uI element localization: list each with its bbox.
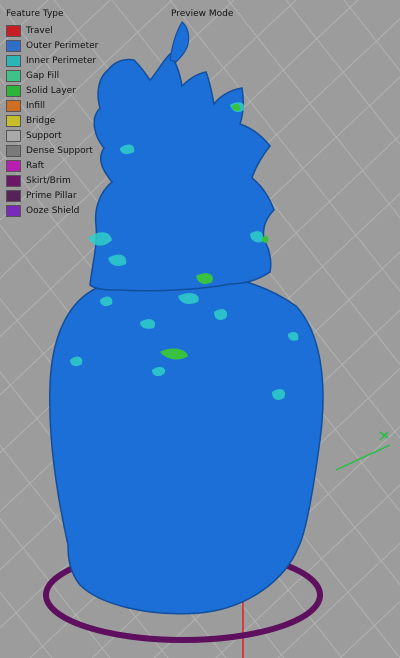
legend-swatch: [6, 39, 21, 52]
feature-type-legend: Feature Type Travel Outer Perimeter Inne…: [6, 9, 98, 218]
legend-label: Infill: [26, 100, 46, 111]
legend-swatch: [6, 99, 21, 112]
legend-label: Dense Support: [26, 145, 93, 156]
legend-row-ooze-shield: Ooze Shield: [6, 203, 98, 218]
legend-swatch: [6, 159, 21, 172]
legend-label: Outer Perimeter: [26, 40, 99, 51]
legend-label: Support: [26, 130, 62, 141]
legend-label: Ooze Shield: [26, 205, 80, 216]
legend-row-dense-support: Dense Support: [6, 143, 98, 158]
legend-swatch: [6, 24, 21, 37]
legend-swatch: [6, 174, 21, 187]
legend-swatch: [6, 54, 21, 67]
legend-title: Feature Type: [6, 9, 64, 19]
legend-label: Gap Fill: [26, 70, 60, 81]
legend-label: Inner Perimeter: [26, 55, 97, 66]
legend-swatch: [6, 69, 21, 82]
legend-row-skirt-brim: Skirt/Brim: [6, 173, 98, 188]
legend-row-prime-pillar: Prime Pillar: [6, 188, 98, 203]
legend-label: Skirt/Brim: [26, 175, 71, 186]
legend-row-inner-perimeter: Inner Perimeter: [6, 53, 98, 68]
legend-row-bridge: Bridge: [6, 113, 98, 128]
legend-label: Raft: [26, 160, 45, 171]
legend-swatch: [6, 189, 21, 202]
legend-label: Solid Layer: [26, 85, 76, 96]
pineapple-body: [48, 270, 324, 615]
legend-row-infill: Infill: [6, 98, 98, 113]
legend-swatch: [6, 204, 21, 217]
legend-row-support: Support: [6, 128, 98, 143]
legend-row-raft: Raft: [6, 158, 98, 173]
legend-swatch: [6, 144, 21, 157]
legend-label: Bridge: [26, 115, 56, 126]
legend-label: Travel: [26, 25, 53, 36]
legend-swatch: [6, 114, 21, 127]
legend-row-solid-layer: Solid Layer: [6, 83, 98, 98]
legend-swatch: [6, 84, 21, 97]
legend-row-outer-perimeter: Outer Perimeter: [6, 38, 98, 53]
legend-row-travel: Travel: [6, 23, 98, 38]
legend-label: Prime Pillar: [26, 190, 77, 201]
legend-swatch: [6, 129, 21, 142]
legend-row-gap-fill: Gap Fill: [6, 68, 98, 83]
preview-mode-label: Preview Mode: [171, 9, 234, 19]
